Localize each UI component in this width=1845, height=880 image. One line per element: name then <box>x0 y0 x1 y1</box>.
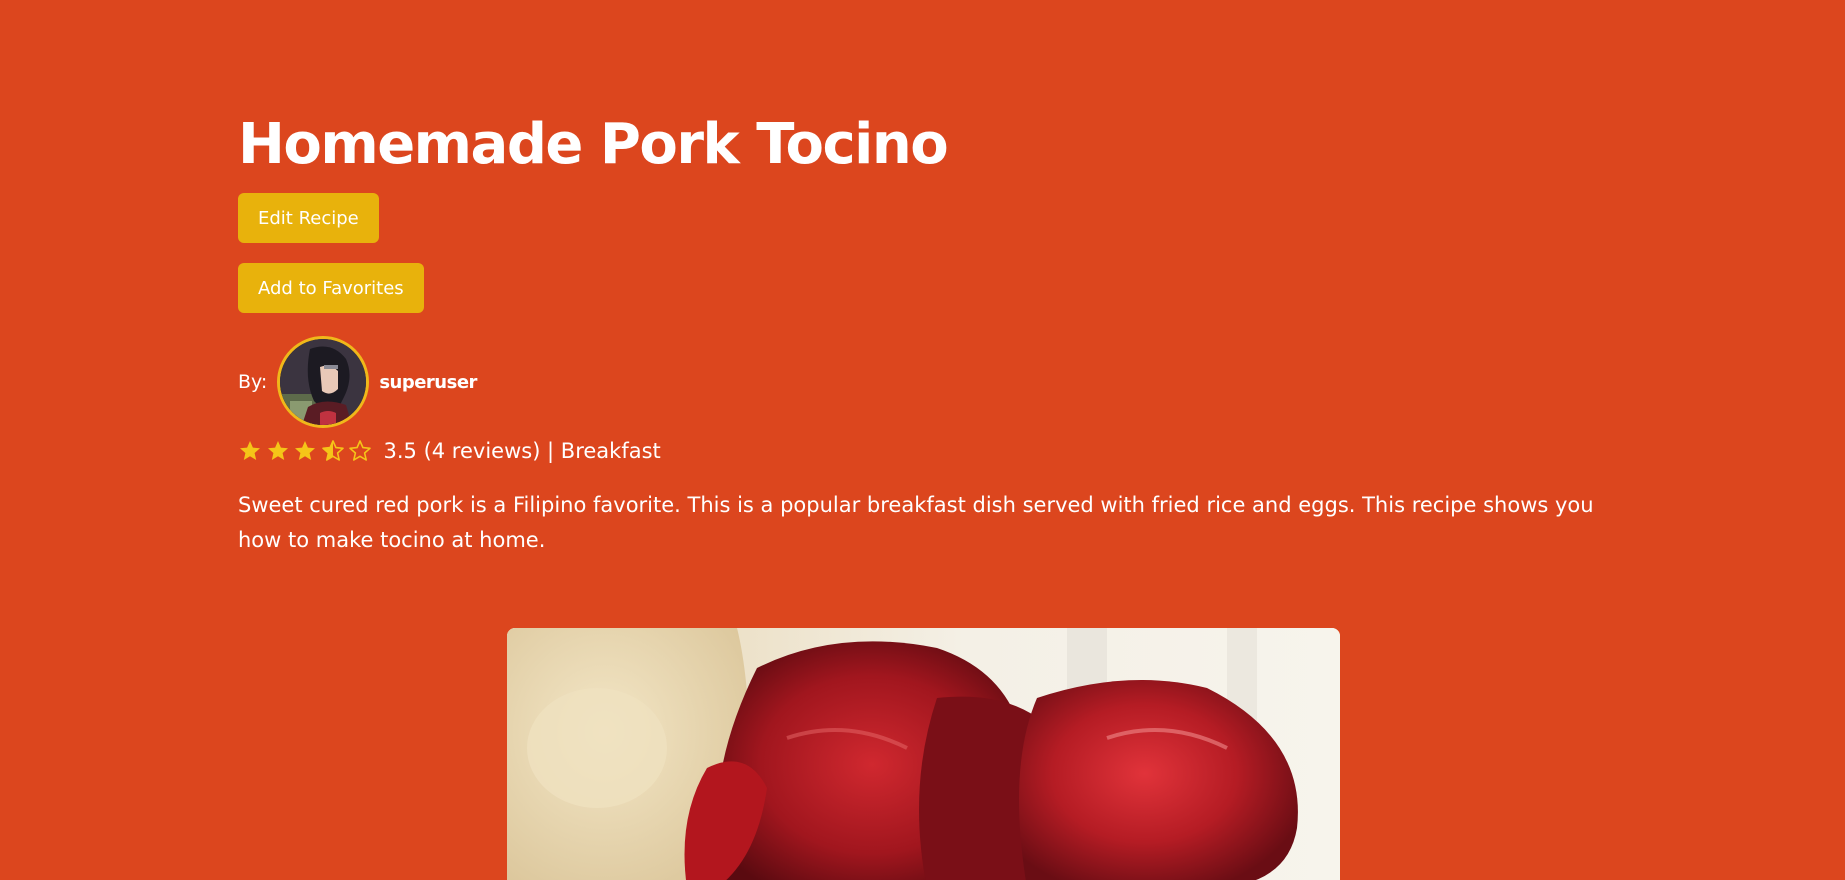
recipe-description: Sweet cured red pork is a Filipino favor… <box>238 493 1594 552</box>
star-icon <box>267 441 288 460</box>
author-username[interactable]: superuser <box>379 372 477 393</box>
recipe-title: Homemade Pork Tocino <box>238 112 949 177</box>
rating-summary: 3.5 (4 reviews) | Breakfast <box>383 439 661 463</box>
author-row: By: superuser <box>238 333 1618 431</box>
recipe-header: Homemade Pork Tocino Edit Recipe Add to … <box>238 110 1618 558</box>
avatar-image <box>280 339 367 425</box>
star-icon <box>240 441 260 460</box>
rating-row: 3.5 (4 reviews) | Breakfast <box>238 434 1618 468</box>
star-icon <box>295 441 315 460</box>
edit-recipe-button[interactable]: Edit Recipe <box>238 193 379 243</box>
empty-star-icon <box>349 440 371 461</box>
recipe-page: Homemade Pork Tocino Edit Recipe Add to … <box>0 0 1845 880</box>
add-to-favorites-button[interactable]: Add to Favorites <box>238 263 424 313</box>
avatar[interactable] <box>277 336 370 428</box>
star-rating <box>238 439 376 463</box>
by-label: By: <box>238 371 268 393</box>
recipe-photo <box>507 628 1340 880</box>
half-star-icon <box>321 440 344 461</box>
